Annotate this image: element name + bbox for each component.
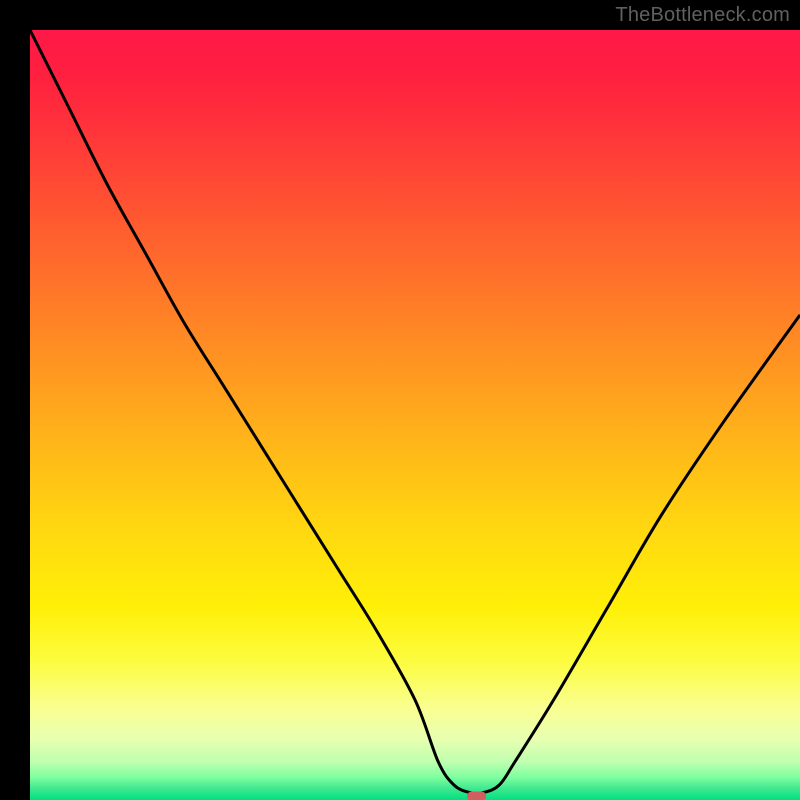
- optimal-marker: [467, 792, 486, 800]
- chart-svg: [30, 30, 800, 800]
- gradient-background: [30, 30, 800, 800]
- watermark-text: TheBottleneck.com: [615, 4, 790, 27]
- chart-plot-area: [30, 30, 800, 800]
